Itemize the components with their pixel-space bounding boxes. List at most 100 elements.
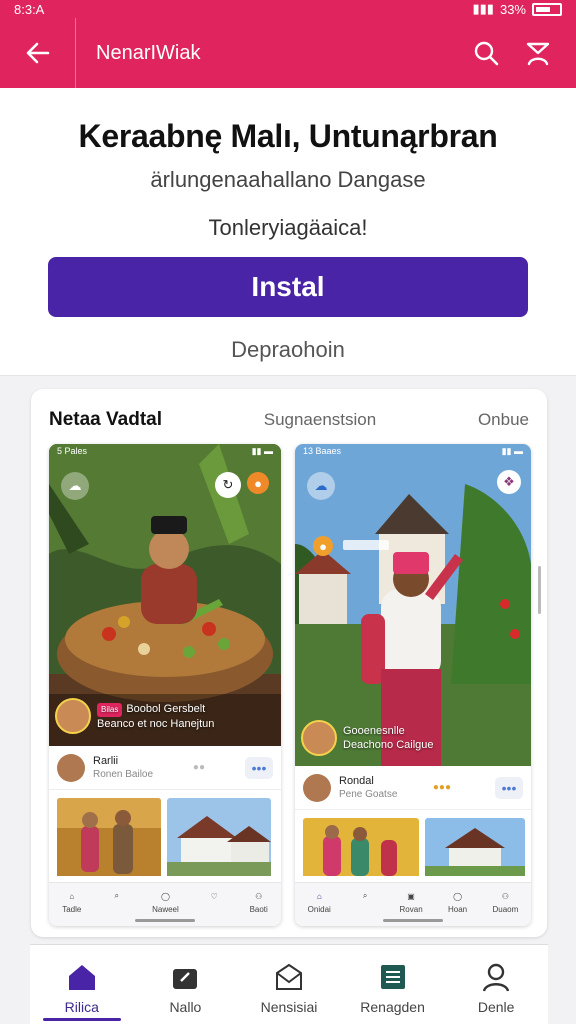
photo-label-chip: [343, 540, 389, 550]
user-avatar: [57, 753, 85, 782]
thumbnail-row: [303, 818, 525, 881]
refresh-icon[interactable]: ↻: [215, 472, 241, 498]
app-bar-title: NenarIWiak: [96, 41, 201, 64]
preview-nav-gallery[interactable]: ▣ Rovan: [400, 887, 423, 915]
user-name: Rarlii: [93, 754, 119, 767]
preview-bottom-nav: ⌂ Onidai ⌕ ▣ Rovan ◯ Hoan ⚇ Duaom: [295, 882, 531, 926]
preview-status-text: 13 Baaes: [303, 446, 342, 456]
screenshots-title: Netaa Vadtal: [49, 409, 162, 430]
preview-nav-search[interactable]: ⌕: [356, 887, 374, 905]
cloud-icon[interactable]: ☁: [61, 472, 89, 500]
more-button[interactable]: •••: [245, 756, 273, 779]
nav-item-messages[interactable]: Nensisiai: [244, 959, 334, 1015]
home-icon: [64, 959, 100, 995]
caption-line-2: Deachono Cailgue: [343, 739, 434, 751]
avatar: [55, 698, 91, 734]
app-title: Keraabnę Malı, Untunąrbran: [78, 118, 498, 154]
more-button[interactable]: •••: [495, 776, 523, 799]
person-icon: ⚇: [255, 891, 263, 901]
app-subtitle: ärlungenaahallano Dangase: [150, 167, 426, 192]
screenshots-subtitle: Sugnaenstsion: [263, 410, 377, 429]
photo-caption: Bilas Boobol Gersbelt Beanco et noc Hanej…: [55, 698, 214, 734]
thumbnail[interactable]: [303, 818, 419, 881]
bag-icon: [167, 959, 203, 995]
nav-label: Nallo: [169, 999, 202, 1015]
description-link[interactable]: Depraohoin: [0, 337, 576, 363]
nav-item-profile[interactable]: Denle: [451, 959, 541, 1015]
user-subtitle: Ronen Bailoe: [93, 768, 154, 780]
app-bar: NenarIWiak: [0, 18, 576, 88]
thumbnail-row: [57, 798, 271, 881]
bottom-navigation: Rilica Nallo Nensisiai Renagden Denle: [30, 944, 548, 1024]
preview-nav-home[interactable]: ⌂ Tadle: [62, 887, 81, 915]
user-row[interactable]: Rondal Pene Goatse ●●● •••: [295, 766, 531, 810]
thumbnail[interactable]: [57, 798, 161, 881]
nav-label: Renagden: [360, 999, 425, 1015]
app-info-section: Keraabnę Malı, Untunąrbran ärlungenaahal…: [0, 88, 576, 376]
nav-label: Denle: [477, 999, 515, 1015]
user-row[interactable]: Rarlii Ronen Bailoe ●● •••: [49, 746, 281, 790]
pager-dots: ●●: [192, 762, 205, 773]
preview-signal-icon: ▮▮ ▬: [501, 445, 523, 456]
signal-icon: ▮▮▮: [472, 1, 494, 16]
search-icon: [474, 41, 499, 66]
nav-item-shop[interactable]: Nallo: [140, 959, 230, 1015]
search-icon: ⌕: [362, 891, 368, 900]
preview-nav-profile[interactable]: ⚇ Baoti: [250, 887, 268, 915]
preview-bottom-nav: ⌂ Tadle ⌕ ◯ Naweel ♡ ⚇ Baoti: [49, 882, 281, 926]
mail-icon: [271, 959, 307, 995]
home-indicator: [135, 919, 195, 922]
share-button[interactable]: [512, 18, 564, 88]
screenshot-right[interactable]: 13 Baaes ▮▮ ▬ ☁ ❖ ● Gooenesnlle Deachono…: [295, 444, 531, 926]
heart-icon: ♡: [210, 891, 218, 901]
nav-item-home[interactable]: Rilica: [37, 959, 127, 1021]
battery-icon: [532, 2, 562, 16]
thumbnail[interactable]: [425, 818, 525, 881]
preview-nav-home[interactable]: ⌂ Onidai: [308, 887, 331, 915]
back-arrow-icon: [26, 42, 49, 64]
home-icon: ⌂: [316, 891, 322, 901]
preview-nav-search[interactable]: ⌕: [108, 887, 126, 905]
home-indicator: [383, 919, 443, 922]
battery-percent: 33%: [499, 1, 526, 17]
gift-icon[interactable]: ❖: [497, 470, 521, 494]
preview-nav-likes[interactable]: ♡: [205, 887, 223, 905]
search-icon: ⌕: [114, 891, 119, 900]
coin-icon: ●: [313, 536, 333, 556]
screenshots-panel: Netaa Vadtal Sugnaenstsion Onbue 5 Pales…: [31, 389, 547, 937]
nav-label: Nensisiai: [260, 999, 318, 1015]
search-button[interactable]: [460, 18, 512, 88]
preview-status-text: 5 Pales: [57, 446, 88, 456]
caption-line-1: Boobol Gersbelt: [126, 702, 206, 715]
avatar: [301, 720, 337, 756]
cloud-icon[interactable]: ☁: [307, 472, 335, 500]
caption-badge: Bilas: [97, 702, 123, 717]
thumbnail[interactable]: [167, 798, 271, 881]
chat-icon: ◯: [160, 891, 170, 901]
app-tagline: Tonleryiagäaica!: [208, 215, 368, 240]
photo-caption: Gooenesnlle Deachono Cailgue: [301, 720, 434, 756]
nav-label: Rilica: [64, 999, 99, 1015]
user-name: Rondal: [339, 774, 374, 787]
gallery-icon: ▣: [407, 891, 415, 901]
preview-signal-icon: ▮▮ ▬: [251, 445, 273, 456]
preview-nav-chat[interactable]: ◯ Hoan: [448, 887, 467, 915]
share-icon: [526, 42, 550, 66]
user-subtitle: Pene Goatse: [339, 788, 398, 800]
preview-nav-profile[interactable]: ⚇ Duaom: [492, 887, 518, 915]
caption-line-2: Beanco et noc Hanejtun: [97, 717, 215, 730]
back-button[interactable]: [0, 18, 76, 88]
status-bar: 8:3:A ▮▮▮ 33%: [0, 0, 576, 18]
person-icon: ⚇: [501, 891, 509, 901]
orange-dot-icon[interactable]: ●: [247, 472, 269, 494]
user-avatar: [303, 773, 331, 802]
caption-line-1: Gooenesnlle: [343, 725, 405, 737]
install-button[interactable]: Instal: [48, 257, 528, 317]
scrollbar[interactable]: [538, 566, 541, 614]
nav-item-list[interactable]: Renagden: [348, 959, 438, 1015]
preview-nav-chat[interactable]: ◯ Naweel: [152, 887, 179, 915]
pager-dots: ●●●: [432, 782, 451, 793]
screenshot-left[interactable]: 5 Pales ▮▮ ▬ ☁ ↻ ● Bilas Boobol Gersbelt …: [49, 444, 281, 926]
person-icon: [478, 959, 514, 995]
screenshots-more-link[interactable]: Onbue: [478, 410, 529, 430]
